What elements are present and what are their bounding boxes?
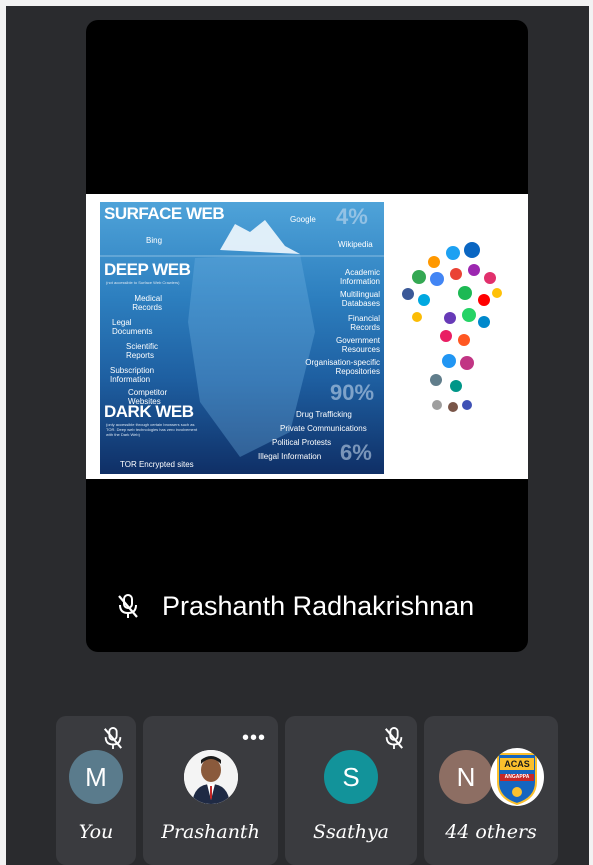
- deep-pct: 90%: [330, 380, 375, 405]
- label-illegal: Illegal Information: [258, 452, 322, 461]
- label-tor: TOR Encrypted sites: [120, 460, 194, 469]
- presenter-tile[interactable]: SURFACE WEB 4% Google Bing Wikipedia DEE…: [86, 20, 528, 652]
- label-organisation: Organisation-specific Repositories: [305, 358, 380, 376]
- mic-off-icon: [384, 727, 404, 749]
- label-medical: Medical Records: [132, 294, 162, 312]
- label-bing: Bing: [146, 236, 163, 245]
- presenter-name-row: Prashanth Radhakrishnan: [116, 588, 474, 624]
- label-academic: Academic Information: [339, 268, 380, 286]
- badge-text: ACAS: [504, 759, 530, 769]
- label-government: Government Resources: [335, 336, 380, 354]
- screen-edge: [589, 0, 593, 865]
- dark-web-note: (only accessible through certain browser…: [106, 422, 198, 437]
- participant-tile-prashanth[interactable]: ••• Prashanth: [143, 716, 278, 865]
- surface-web-heading: SURFACE WEB: [104, 204, 225, 223]
- label-google: Google: [290, 215, 316, 224]
- person-photo: [183, 750, 238, 804]
- label-drug: Drug Trafficking: [296, 410, 352, 419]
- social-media-cluster: [398, 242, 508, 442]
- deep-web-heading: DEEP WEB: [104, 260, 191, 279]
- label-legal: Legal Documents: [112, 318, 153, 336]
- participant-label: Prashanth: [161, 821, 260, 843]
- dark-web-heading: DARK WEB: [104, 402, 194, 421]
- org-badge: ACAS ANGAPPA: [490, 748, 544, 806]
- participant-label: 44 others: [445, 821, 537, 843]
- screen-edge: [0, 0, 593, 6]
- participant-label: Ssathya: [312, 821, 390, 843]
- badge-subtext: ANGAPPA: [504, 774, 530, 780]
- avatar: N: [439, 750, 493, 804]
- dark-pct: 6%: [340, 440, 372, 465]
- shared-slide: SURFACE WEB 4% Google Bing Wikipedia DEE…: [86, 194, 528, 479]
- label-financial: Financial Records: [347, 314, 380, 332]
- label-private-comms: Private Communications: [280, 424, 367, 433]
- label-subscription: Subscription Information: [110, 366, 155, 384]
- participant-tile-you[interactable]: M You: [56, 716, 136, 865]
- screen-edge: [0, 0, 6, 865]
- iceberg-infographic: SURFACE WEB 4% Google Bing Wikipedia DEE…: [100, 202, 384, 474]
- label-political: Political Protests: [272, 438, 332, 447]
- participant-label: You: [78, 821, 114, 843]
- label-multilingual: Multilingual Databases: [339, 290, 380, 308]
- mic-off-icon: [103, 727, 123, 749]
- label-wikipedia: Wikipedia: [338, 240, 373, 249]
- surface-pct: 4%: [336, 204, 368, 229]
- more-options-icon[interactable]: •••: [242, 728, 266, 748]
- deep-web-note: (not accessible to Surface Web Crawlers): [106, 280, 180, 285]
- label-scientific: Scientific Reports: [126, 342, 159, 360]
- avatar: [183, 750, 238, 804]
- mic-off-icon: [118, 594, 138, 618]
- avatar: S: [324, 750, 378, 804]
- participant-tile-ssathya[interactable]: S Ssathya: [285, 716, 417, 865]
- avatar: M: [69, 750, 123, 804]
- participant-tile-others[interactable]: N ACAS ANGAPPA 44 others: [424, 716, 558, 865]
- presenter-name: Prashanth Radhakrishnan: [162, 590, 475, 621]
